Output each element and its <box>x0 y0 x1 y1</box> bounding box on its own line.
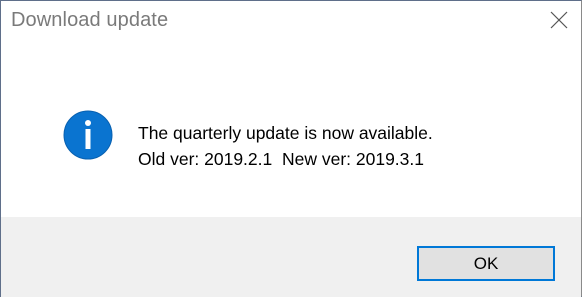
close-button[interactable] <box>535 1 581 41</box>
button-bar: OK <box>1 217 581 297</box>
title-bar: Download update <box>1 1 581 41</box>
dialog-title: Download update <box>11 9 169 31</box>
message-text: The quarterly update is now available. O… <box>138 120 433 172</box>
ok-button-label: OK <box>473 254 499 273</box>
close-icon <box>550 11 568 29</box>
ok-button[interactable]: OK <box>417 246 555 281</box>
info-icon <box>63 110 113 160</box>
dialog-content: The quarterly update is now available. O… <box>1 41 581 217</box>
message-line-1: The quarterly update is now available. <box>138 123 433 143</box>
download-update-dialog: Download update The quarterly update is … <box>0 0 582 297</box>
message-line-2: Old ver: 2019.2.1 New ver: 2019.3.1 <box>138 149 424 169</box>
